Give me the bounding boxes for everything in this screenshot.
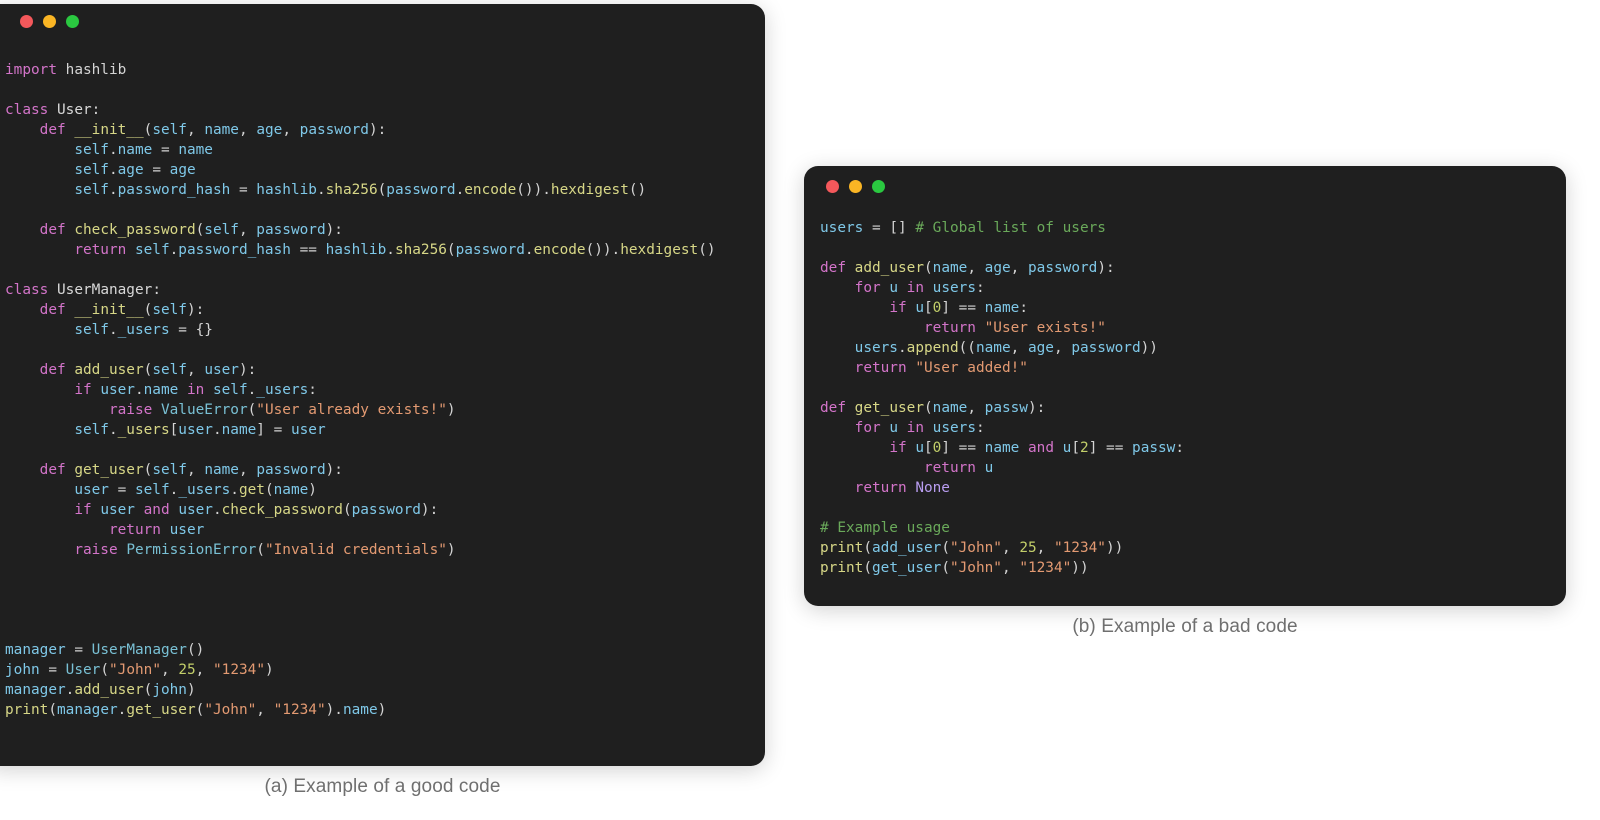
- code-line: return "User exists!": [923, 320, 1106, 336]
- code-line: def add_user(name, age, password):: [820, 260, 1115, 276]
- code-line: return u: [923, 460, 994, 476]
- code-line: def __init__(self, name, age, password):: [39, 122, 387, 138]
- code-editor-bad[interactable]: users = [] # Global list of users def ad…: [804, 206, 1566, 596]
- code-line: manager = UserManager(): [5, 642, 205, 658]
- caption-good-code: (a) Example of a good code: [264, 776, 501, 797]
- close-button-icon[interactable]: [826, 179, 839, 193]
- code-line: if u[0] == name and u[2] == passw:: [889, 440, 1185, 456]
- code-line: def get_user(name, passw):: [820, 400, 1046, 416]
- code-line: self._users[user.name] = user: [74, 422, 326, 438]
- code-line: return user: [108, 522, 205, 538]
- code-line: def __init__(self):: [39, 302, 205, 318]
- code-line: return "User added!": [854, 360, 1028, 376]
- code-line: print(manager.get_user("John", "1234").n…: [5, 702, 387, 718]
- code-line: self.password_hash = hashlib.sha256(pass…: [74, 182, 647, 198]
- code-line: self.age = age: [74, 162, 196, 178]
- zoom-button-icon[interactable]: [66, 14, 79, 28]
- code-gap: [5, 560, 765, 640]
- code-line: users = [] # Global list of users: [820, 220, 1106, 236]
- code-editor-good[interactable]: import hashlib class User: def __init__(…: [0, 38, 765, 738]
- code-line: if user and user.check_password(password…: [74, 502, 439, 518]
- code-line: user = self._users.get(name): [74, 482, 317, 498]
- code-line: john = User("John", 25, "1234"): [5, 662, 274, 678]
- caption-bad-code: (b) Example of a bad code: [1072, 616, 1298, 637]
- code-line: def add_user(self, user):: [39, 362, 257, 378]
- code-line: class UserManager:: [5, 282, 161, 298]
- code-line: raise ValueError("User already exists!"): [108, 402, 456, 418]
- code-line: for u in users:: [854, 280, 985, 296]
- code-line: return self.password_hash == hashlib.sha…: [74, 242, 716, 258]
- code-line: manager.add_user(john): [5, 682, 196, 698]
- code-line: # Example usage: [820, 520, 950, 536]
- code-line: print(add_user("John", 25, "1234")): [820, 540, 1124, 556]
- titlebar-bad: [804, 166, 1566, 206]
- zoom-button-icon[interactable]: [872, 179, 885, 193]
- close-button-icon[interactable]: [20, 14, 33, 28]
- code-line: import hashlib: [5, 62, 127, 78]
- code-line: def check_password(self, password):: [39, 222, 343, 238]
- code-line: def get_user(self, name, password):: [39, 462, 343, 478]
- minimize-button-icon[interactable]: [849, 179, 862, 193]
- minimize-button-icon[interactable]: [43, 14, 56, 28]
- code-line: class User:: [5, 102, 101, 118]
- figure-root: import hashlib class User: def __init__(…: [0, 0, 1600, 820]
- code-line: users.append((name, age, password)): [854, 340, 1158, 356]
- code-line: return None: [854, 480, 950, 496]
- code-line: if user.name in self._users:: [74, 382, 317, 398]
- code-line: if u[0] == name:: [889, 300, 1028, 316]
- code-line: self.name = name: [74, 142, 213, 158]
- code-window-good[interactable]: import hashlib class User: def __init__(…: [0, 4, 765, 766]
- code-line: for u in users:: [854, 420, 985, 436]
- code-line: print(get_user("John", "1234")): [820, 560, 1089, 576]
- titlebar-good: [0, 4, 765, 38]
- code-line: self._users = {}: [74, 322, 213, 338]
- code-line: raise PermissionError("Invalid credentia…: [74, 542, 456, 558]
- code-window-bad[interactable]: users = [] # Global list of users def ad…: [804, 166, 1566, 606]
